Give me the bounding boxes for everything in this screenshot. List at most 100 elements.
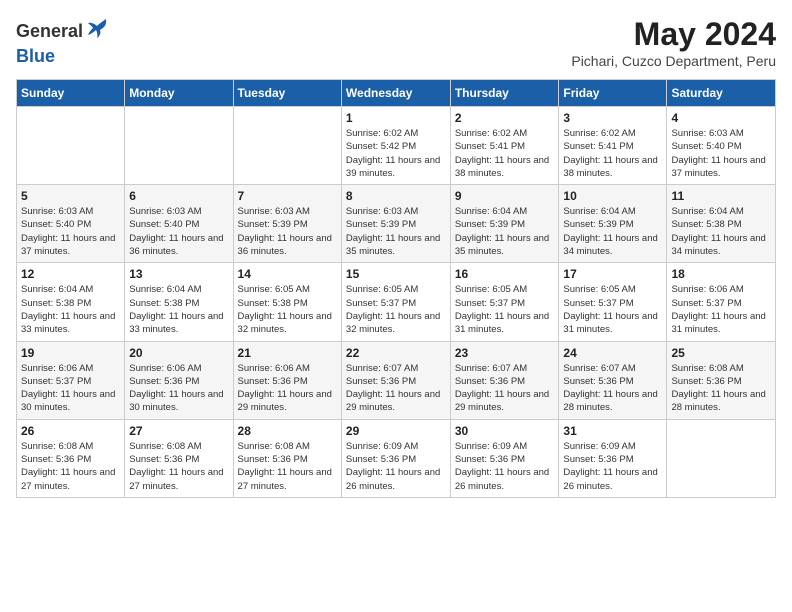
day-info: Sunrise: 6:04 AM Sunset: 5:38 PM Dayligh… [671,205,771,258]
day-of-week-header: Sunday [17,80,125,107]
day-number: 10 [563,189,662,203]
logo-general-text: General [16,21,83,42]
calendar-day-cell: 4Sunrise: 6:03 AM Sunset: 5:40 PM Daylig… [667,107,776,185]
calendar-header-row: SundayMondayTuesdayWednesdayThursdayFrid… [17,80,776,107]
calendar-day-cell: 14 Sunrise: 6:05 AM Sunset: 5:38 PM Dayli… [233,263,341,341]
day-number: 25 [671,346,771,360]
calendar-day-cell: 23 Sunrise: 6:07 AM Sunset: 5:36 PM Dayli… [450,341,559,419]
day-info: Sunrise: 6:03 AM Sunset: 5:40 PM Dayligh… [21,205,120,258]
day-number: 3 [563,111,662,125]
day-number: 28 [238,424,337,438]
calendar-day-cell: 21 Sunrise: 6:06 AM Sunset: 5:36 PM Dayli… [233,341,341,419]
day-info: Sunrise: 6:05 AM Sunset: 5:37 PM Dayligh… [346,283,446,336]
day-info: Sunrise: 6:02 AM Sunset: 5:42 PM Dayligh… [346,127,446,180]
calendar-day-cell: 24Sunrise: 6:07 AM Sunset: 5:36 PM Dayli… [559,341,667,419]
calendar-day-cell: 30Sunrise: 6:09 AM Sunset: 5:36 PM Dayli… [450,419,559,497]
day-number: 27 [129,424,228,438]
day-number: 15 [346,267,446,281]
calendar-week-row: 12 Sunrise: 6:04 AM Sunset: 5:38 PM Dayli… [17,263,776,341]
calendar-day-cell: 16 Sunrise: 6:05 AM Sunset: 5:37 PM Dayli… [450,263,559,341]
day-info: Sunrise: 6:03 AM Sunset: 5:39 PM Dayligh… [238,205,337,258]
day-info: Sunrise: 6:03 AM Sunset: 5:39 PM Dayligh… [346,205,446,258]
calendar-day-cell: 28Sunrise: 6:08 AM Sunset: 5:36 PM Dayli… [233,419,341,497]
calendar-day-cell: 13 Sunrise: 6:04 AM Sunset: 5:38 PM Dayli… [125,263,233,341]
day-info: Sunrise: 6:06 AM Sunset: 5:37 PM Dayligh… [671,283,771,336]
day-info: Sunrise: 6:06 AM Sunset: 5:36 PM Dayligh… [238,362,337,415]
calendar-day-cell [233,107,341,185]
day-info: Sunrise: 6:07 AM Sunset: 5:36 PM Dayligh… [563,362,662,415]
day-number: 23 [455,346,555,360]
day-number: 9 [455,189,555,203]
calendar-week-row: 5 Sunrise: 6:03 AM Sunset: 5:40 PM Daylig… [17,185,776,263]
day-info: Sunrise: 6:04 AM Sunset: 5:39 PM Dayligh… [563,205,662,258]
day-number: 17 [563,267,662,281]
calendar-day-cell: 20 Sunrise: 6:06 AM Sunset: 5:36 PM Dayli… [125,341,233,419]
calendar-day-cell: 31 Sunrise: 6:09 AM Sunset: 5:36 PM Dayli… [559,419,667,497]
calendar-day-cell: 5 Sunrise: 6:03 AM Sunset: 5:40 PM Daylig… [17,185,125,263]
calendar-day-cell: 19Sunrise: 6:06 AM Sunset: 5:37 PM Dayli… [17,341,125,419]
calendar-day-cell [667,419,776,497]
day-info: Sunrise: 6:09 AM Sunset: 5:36 PM Dayligh… [563,440,662,493]
day-number: 5 [21,189,120,203]
calendar-day-cell: 6 Sunrise: 6:03 AM Sunset: 5:40 PM Daylig… [125,185,233,263]
calendar-day-cell [17,107,125,185]
day-info: Sunrise: 6:06 AM Sunset: 5:36 PM Dayligh… [129,362,228,415]
day-number: 6 [129,189,228,203]
calendar-day-cell: 12 Sunrise: 6:04 AM Sunset: 5:38 PM Dayli… [17,263,125,341]
calendar-day-cell [125,107,233,185]
day-number: 26 [21,424,120,438]
day-number: 31 [563,424,662,438]
day-info: Sunrise: 6:08 AM Sunset: 5:36 PM Dayligh… [671,362,771,415]
day-info: Sunrise: 6:03 AM Sunset: 5:40 PM Dayligh… [129,205,228,258]
calendar-day-cell: 22 Sunrise: 6:07 AM Sunset: 5:36 PM Dayli… [341,341,450,419]
calendar-day-cell: 15 Sunrise: 6:05 AM Sunset: 5:37 PM Dayli… [341,263,450,341]
day-number: 7 [238,189,337,203]
logo: General Blue [16,16,109,67]
calendar-day-cell: 25 Sunrise: 6:08 AM Sunset: 5:36 PM Dayli… [667,341,776,419]
day-info: Sunrise: 6:07 AM Sunset: 5:36 PM Dayligh… [346,362,446,415]
calendar-day-cell: 7 Sunrise: 6:03 AM Sunset: 5:39 PM Daylig… [233,185,341,263]
day-info: Sunrise: 6:04 AM Sunset: 5:38 PM Dayligh… [129,283,228,336]
day-info: Sunrise: 6:05 AM Sunset: 5:38 PM Dayligh… [238,283,337,336]
calendar-day-cell: 1 Sunrise: 6:02 AM Sunset: 5:42 PM Daylig… [341,107,450,185]
day-number: 21 [238,346,337,360]
day-number: 16 [455,267,555,281]
day-number: 8 [346,189,446,203]
day-number: 22 [346,346,446,360]
location-subtitle: Pichari, Cuzco Department, Peru [571,53,776,69]
day-number: 4 [671,111,771,125]
day-number: 13 [129,267,228,281]
day-info: Sunrise: 6:05 AM Sunset: 5:37 PM Dayligh… [563,283,662,336]
day-info: Sunrise: 6:04 AM Sunset: 5:39 PM Dayligh… [455,205,555,258]
day-number: 2 [455,111,555,125]
day-number: 20 [129,346,228,360]
calendar-day-cell: 17 Sunrise: 6:05 AM Sunset: 5:37 PM Dayli… [559,263,667,341]
month-year-title: May 2024 [571,16,776,53]
calendar-day-cell: 26 Sunrise: 6:08 AM Sunset: 5:36 PM Dayli… [17,419,125,497]
day-info: Sunrise: 6:08 AM Sunset: 5:36 PM Dayligh… [21,440,120,493]
logo-bird-icon [85,16,109,46]
title-area: May 2024 Pichari, Cuzco Department, Peru [571,16,776,69]
calendar-day-cell: 18 Sunrise: 6:06 AM Sunset: 5:37 PM Dayli… [667,263,776,341]
day-info: Sunrise: 6:05 AM Sunset: 5:37 PM Dayligh… [455,283,555,336]
day-info: Sunrise: 6:02 AM Sunset: 5:41 PM Dayligh… [455,127,555,180]
calendar-day-cell: 2 Sunrise: 6:02 AM Sunset: 5:41 PM Daylig… [450,107,559,185]
day-info: Sunrise: 6:07 AM Sunset: 5:36 PM Dayligh… [455,362,555,415]
day-of-week-header: Wednesday [341,80,450,107]
day-of-week-header: Monday [125,80,233,107]
day-info: Sunrise: 6:09 AM Sunset: 5:36 PM Dayligh… [346,440,446,493]
day-info: Sunrise: 6:08 AM Sunset: 5:36 PM Dayligh… [129,440,228,493]
day-number: 12 [21,267,120,281]
day-info: Sunrise: 6:04 AM Sunset: 5:38 PM Dayligh… [21,283,120,336]
day-number: 1 [346,111,446,125]
day-number: 29 [346,424,446,438]
calendar-day-cell: 3Sunrise: 6:02 AM Sunset: 5:41 PM Daylig… [559,107,667,185]
day-number: 18 [671,267,771,281]
day-info: Sunrise: 6:06 AM Sunset: 5:37 PM Dayligh… [21,362,120,415]
day-of-week-header: Tuesday [233,80,341,107]
calendar-day-cell: 9 Sunrise: 6:04 AM Sunset: 5:39 PM Daylig… [450,185,559,263]
calendar-day-cell: 10 Sunrise: 6:04 AM Sunset: 5:39 PM Dayli… [559,185,667,263]
header: General Blue May 2024 Pichari, Cuzco Dep… [16,16,776,69]
day-number: 14 [238,267,337,281]
calendar-day-cell: 29 Sunrise: 6:09 AM Sunset: 5:36 PM Dayli… [341,419,450,497]
